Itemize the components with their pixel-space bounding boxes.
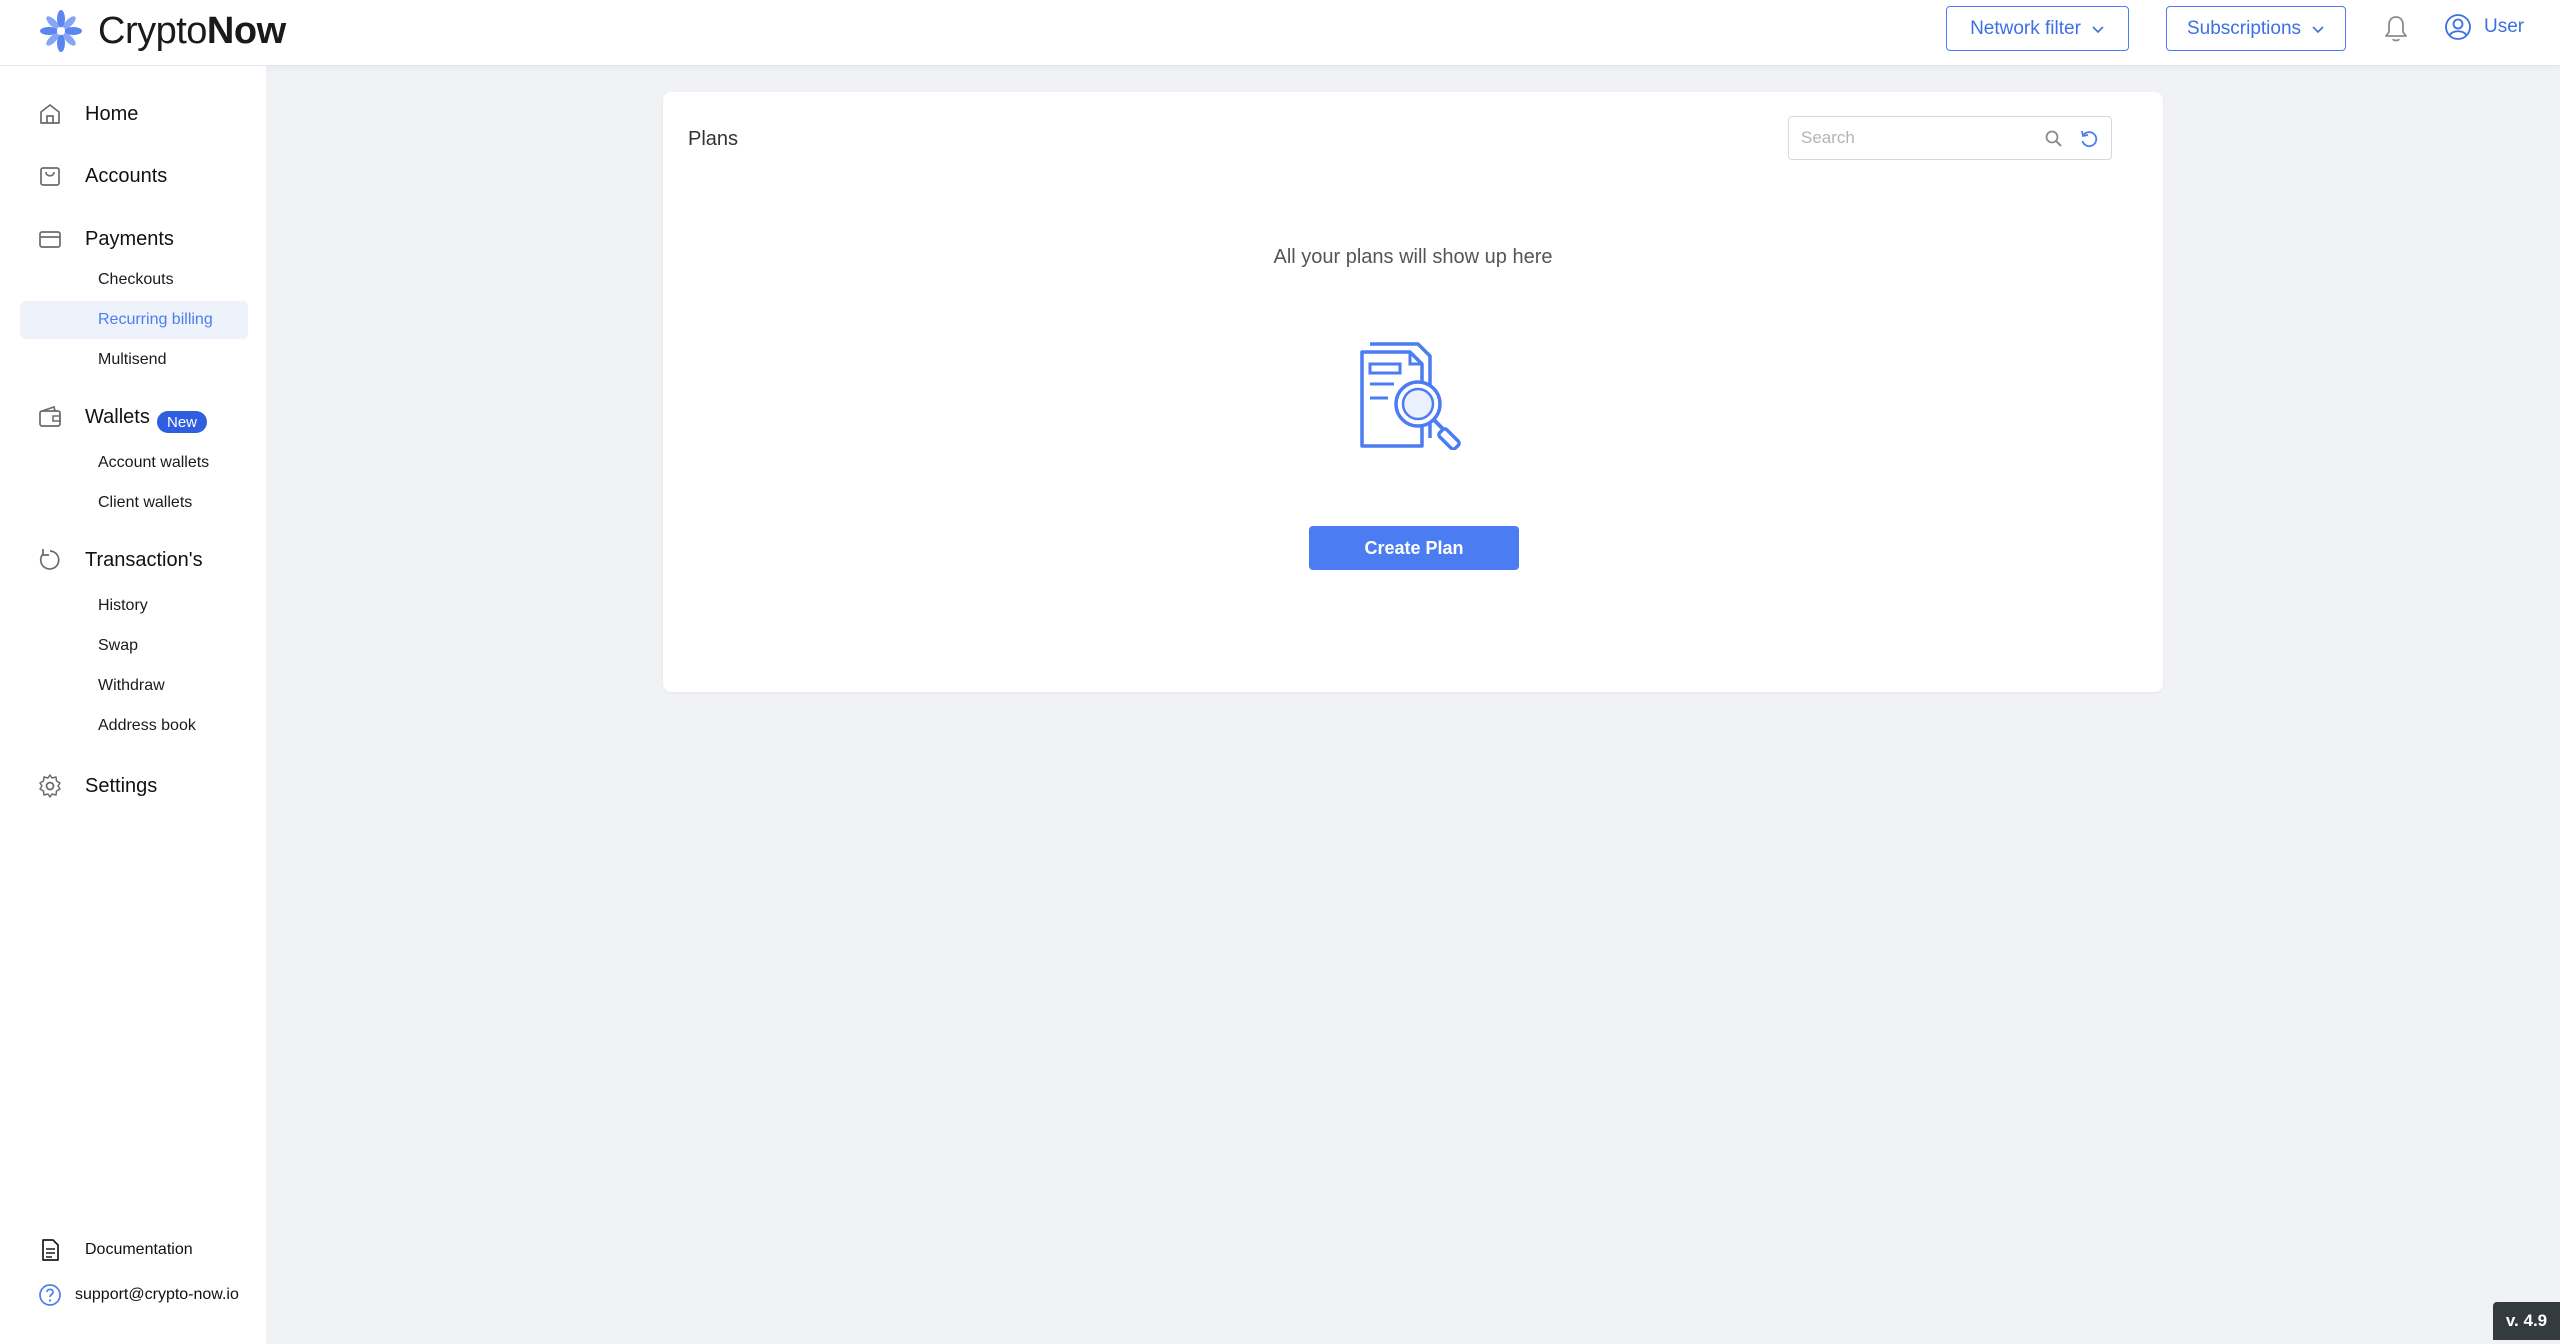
sidebar-subitem-recurring-billing[interactable]: Recurring billing xyxy=(20,301,248,339)
sidebar-label-payments: Payments xyxy=(85,227,174,250)
plans-card: Plans All your plans will show up here C… xyxy=(663,92,2163,692)
sidebar-subitem-client-wallets[interactable]: Client wallets xyxy=(20,484,248,522)
credit-card-icon xyxy=(39,231,61,248)
sidebar-label-wallets: Wallets xyxy=(85,405,150,428)
support-email-link[interactable]: support@crypto-now.io xyxy=(0,1281,266,1309)
documentation-label: Documentation xyxy=(85,1241,193,1258)
chevron-down-icon xyxy=(2092,25,2104,33)
search-box[interactable] xyxy=(1788,116,2112,160)
user-menu[interactable]: User xyxy=(2444,13,2524,41)
sidebar-subitem-multisend[interactable]: Multisend xyxy=(20,341,248,379)
search-input[interactable] xyxy=(1801,125,2031,151)
sidebar-subitem-checkouts[interactable]: Checkouts xyxy=(20,261,248,299)
sidebar-sublabel: Multisend xyxy=(98,351,167,368)
wallet-icon xyxy=(39,405,61,427)
document-icon xyxy=(42,1239,59,1261)
sidebar-subitem-account-wallets[interactable]: Account wallets xyxy=(20,444,248,482)
sidebar-label-transactions: Transaction's xyxy=(85,548,203,571)
sidebar-item-transactions[interactable]: Transaction's xyxy=(0,546,266,574)
bell-icon[interactable] xyxy=(2382,14,2410,44)
sidebar-sublabel: Account wallets xyxy=(98,454,210,471)
logo-flower-icon xyxy=(40,10,82,52)
sidebar: Home Accounts Payments Checkouts Recurri… xyxy=(0,66,266,1344)
chevron-down-icon xyxy=(2312,25,2324,33)
gear-icon xyxy=(39,774,61,798)
network-filter-label: Network filter xyxy=(1970,17,2081,39)
user-label: User xyxy=(2484,16,2525,37)
sidebar-subitem-history[interactable]: History xyxy=(20,587,248,625)
home-icon xyxy=(40,104,60,124)
refresh-icon[interactable] xyxy=(2078,128,2100,150)
logo[interactable]: CryptoNow xyxy=(38,4,286,58)
subscriptions-label: Subscriptions xyxy=(2186,17,2302,39)
sidebar-sublabel: History xyxy=(98,597,148,614)
page-title: Plans xyxy=(688,128,739,150)
top-bar: CryptoNow Network filter Subscriptions U… xyxy=(0,0,2560,66)
sidebar-subitem-withdraw[interactable]: Withdraw xyxy=(20,667,248,705)
sidebar-sublabel: Checkouts xyxy=(98,271,174,288)
sidebar-item-payments[interactable]: Payments xyxy=(0,225,266,253)
sidebar-item-wallets[interactable]: Wallets xyxy=(0,403,266,431)
sidebar-item-home[interactable]: Home xyxy=(0,100,266,128)
document-search-icon xyxy=(1360,342,1461,450)
sidebar-label-home: Home xyxy=(85,102,139,125)
sidebar-item-accounts[interactable]: Accounts xyxy=(0,162,266,190)
help-circle-icon xyxy=(39,1284,61,1306)
sidebar-item-settings[interactable]: Settings xyxy=(0,772,266,800)
subscriptions-button[interactable]: Subscriptions xyxy=(2166,6,2346,51)
version-badge: v. 4.9 xyxy=(2493,1302,2560,1340)
create-plan-button[interactable]: Create Plan xyxy=(1309,526,1519,570)
documentation-link[interactable]: Documentation xyxy=(0,1236,266,1264)
sidebar-sublabel: Client wallets xyxy=(98,494,193,511)
sidebar-subitem-address-book[interactable]: Address book xyxy=(20,707,248,745)
user-avatar-icon xyxy=(2445,14,2471,40)
bag-icon xyxy=(40,167,60,186)
search-icon[interactable] xyxy=(2044,129,2064,149)
empty-state-message: All your plans will show up here xyxy=(1273,246,1553,268)
sidebar-sublabel: Withdraw xyxy=(98,677,165,694)
sidebar-label-accounts: Accounts xyxy=(85,164,168,187)
history-icon xyxy=(39,549,60,570)
sidebar-sublabel: Address book xyxy=(98,717,196,734)
network-filter-button[interactable]: Network filter xyxy=(1946,6,2129,51)
support-email-label: support@crypto-now.io xyxy=(75,1286,239,1303)
sidebar-subitem-swap[interactable]: Swap xyxy=(20,627,248,665)
logo-text: CryptoNow xyxy=(98,9,286,52)
new-badge: New xyxy=(157,411,208,433)
sidebar-label-settings: Settings xyxy=(85,774,158,797)
sidebar-sublabel: Swap xyxy=(98,637,139,654)
sidebar-sublabel: Recurring billing xyxy=(98,311,213,328)
